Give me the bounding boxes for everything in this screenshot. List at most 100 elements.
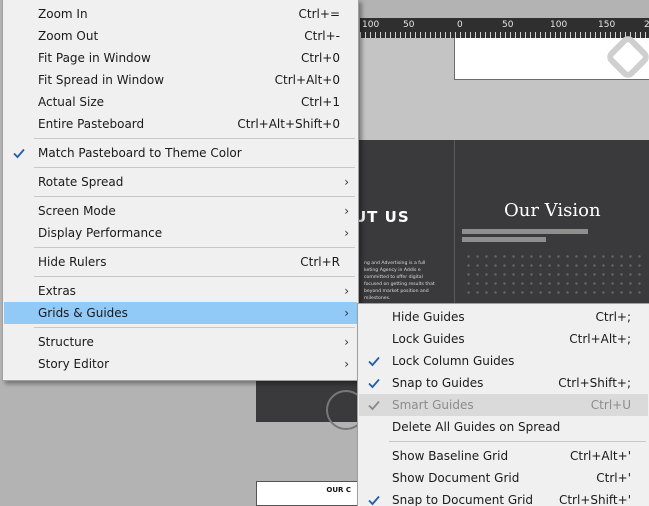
menu-item-label: Extras [38,284,76,298]
menu-item-shortcut: Ctrl+Shift+' [558,493,631,506]
menu-item-smart-guides[interactable]: Smart Guides Ctrl+U [359,394,648,416]
ruler-label: 2 [644,20,649,30]
menu-item-label: Entire Pasteboard [38,117,145,131]
menu-item-label: Structure [38,335,94,349]
menu-item-label: Rotate Spread [38,175,124,189]
menu-item-show-document-grid[interactable]: Show Document Grid Ctrl+' [359,467,648,489]
menu-item-shortcut: Ctrl+; [595,310,631,324]
ruler-label: 0 [457,20,463,30]
menu-separator [34,196,355,197]
menu-separator [34,167,355,168]
menu-item-show-baseline-grid[interactable]: Show Baseline Grid Ctrl+Alt+' [359,445,648,467]
document-page[interactable]: OUR C [256,481,358,506]
menu-item-zoom-out[interactable]: Zoom Out Ctrl+- [4,25,357,47]
menu-item-shortcut: Ctrl+1 [300,95,340,109]
ruler-label: 50 [403,20,415,30]
vision-illustration [464,252,644,298]
menu-item-shortcut: Ctrl+Alt+; [569,332,631,346]
vision-bar [462,237,546,242]
menu-item-delete-all-guides[interactable]: Delete All Guides on Spread [359,416,648,438]
page-heading: OUR C [326,486,351,494]
menu-item-label: Show Document Grid [392,471,520,485]
menu-item-label: Zoom In [38,7,88,21]
chevron-right-icon: › [344,357,349,371]
menu-item-lock-column-guides[interactable]: Lock Column Guides [359,350,648,372]
menu-item-label: Hide Guides [392,310,465,324]
menu-item-label: Display Performance [38,226,163,240]
checkmark-icon [13,148,25,159]
menu-item-actual-size[interactable]: Actual Size Ctrl+1 [4,91,357,113]
menu-item-label: Match Pasteboard to Theme Color [38,146,242,160]
checkmark-icon [368,356,380,367]
ruler-label: 50 [502,20,514,30]
grids-guides-submenu: Hide Guides Ctrl+; Lock Guides Ctrl+Alt+… [357,303,649,506]
menu-item-label: Zoom Out [38,29,99,43]
logo-mark [603,32,649,82]
about-heading: UT US [354,208,410,226]
menu-item-label: Lock Guides [392,332,465,346]
menu-separator [34,276,355,277]
menu-item-hide-rulers[interactable]: Hide Rulers Ctrl+R [4,251,357,273]
menu-item-label: Fit Spread in Window [38,73,165,87]
menu-item-shortcut: Ctrl+0 [300,51,340,65]
chevron-right-icon: › [344,306,349,320]
menu-item-label: Lock Column Guides [392,354,515,368]
menu-item-label: Snap to Document Grid [392,493,534,506]
chevron-right-icon: › [344,226,349,240]
menu-item-hide-guides[interactable]: Hide Guides Ctrl+; [359,306,648,328]
menu-item-shortcut: Ctrl+Alt+Shift+0 [237,117,340,131]
menu-item-label: Screen Mode [38,204,116,218]
menu-item-snap-to-document-grid[interactable]: Snap to Document Grid Ctrl+Shift+' [359,489,648,506]
checkmark-icon [368,495,380,506]
menu-item-label: Grids & Guides [38,306,128,320]
ruler-label: 150 [598,20,616,30]
horizontal-ruler[interactable]: 100 50 0 50 100 150 2 [360,18,649,38]
menu-item-snap-to-guides[interactable]: Snap to Guides Ctrl+Shift+; [359,372,648,394]
menu-item-zoom-in[interactable]: Zoom In Ctrl+= [4,3,357,25]
menu-item-shortcut: Ctrl+Shift+; [558,376,631,390]
chevron-right-icon: › [344,204,349,218]
vision-bar [462,229,588,234]
menu-item-display-performance[interactable]: Display Performance › [4,222,357,244]
chevron-right-icon: › [344,175,349,189]
menu-item-entire-pasteboard[interactable]: Entire Pasteboard Ctrl+Alt+Shift+0 [4,113,357,135]
menu-separator [34,138,355,139]
menu-item-shortcut: Ctrl+- [304,29,340,43]
menu-item-rotate-spread[interactable]: Rotate Spread › [4,171,357,193]
menu-item-structure[interactable]: Structure › [4,331,357,353]
menu-item-label: Hide Rulers [38,255,107,269]
menu-item-match-pasteboard[interactable]: Match Pasteboard to Theme Color [4,142,357,164]
menu-item-lock-guides[interactable]: Lock Guides Ctrl+Alt+; [359,328,648,350]
menu-item-shortcut: Ctrl+' [596,471,631,485]
menu-item-fit-page[interactable]: Fit Page in Window Ctrl+0 [4,47,357,69]
menu-item-fit-spread[interactable]: Fit Spread in Window Ctrl+Alt+0 [4,69,357,91]
menu-item-shortcut: Ctrl+= [298,7,340,21]
menu-separator [34,327,355,328]
menu-item-shortcut: Ctrl+Alt+' [569,449,631,463]
document-page[interactable] [454,32,649,82]
menu-item-label: Snap to Guides [392,376,484,390]
menu-separator [34,247,355,248]
menu-item-story-editor[interactable]: Story Editor › [4,353,357,375]
menu-item-screen-mode[interactable]: Screen Mode › [4,200,357,222]
ruler-label: 100 [362,20,380,30]
menu-item-extras[interactable]: Extras › [4,280,357,302]
chevron-right-icon: › [344,284,349,298]
chevron-right-icon: › [344,335,349,349]
menu-item-grids-guides[interactable]: Grids & Guides › [4,302,357,324]
about-body-text: ng and Advertising is a full keting Agen… [364,261,435,301]
checkmark-icon [368,400,380,411]
view-menu: Zoom In Ctrl+= Zoom Out Ctrl+- Fit Page … [2,0,359,381]
menu-item-label: Show Baseline Grid [392,449,509,463]
menu-item-shortcut: Ctrl+R [300,255,340,269]
menu-item-shortcut: Ctrl+U [590,398,631,412]
checkmark-icon [368,378,380,389]
ruler-label: 100 [550,20,568,30]
vision-title: Our Vision [504,200,601,221]
menu-item-shortcut: Ctrl+Alt+0 [274,73,340,87]
menu-separator [389,441,646,442]
menu-item-label: Story Editor [38,357,110,371]
menu-item-label: Delete All Guides on Spread [392,420,561,434]
menu-item-label: Fit Page in Window [38,51,151,65]
menu-item-label: Actual Size [38,95,105,109]
